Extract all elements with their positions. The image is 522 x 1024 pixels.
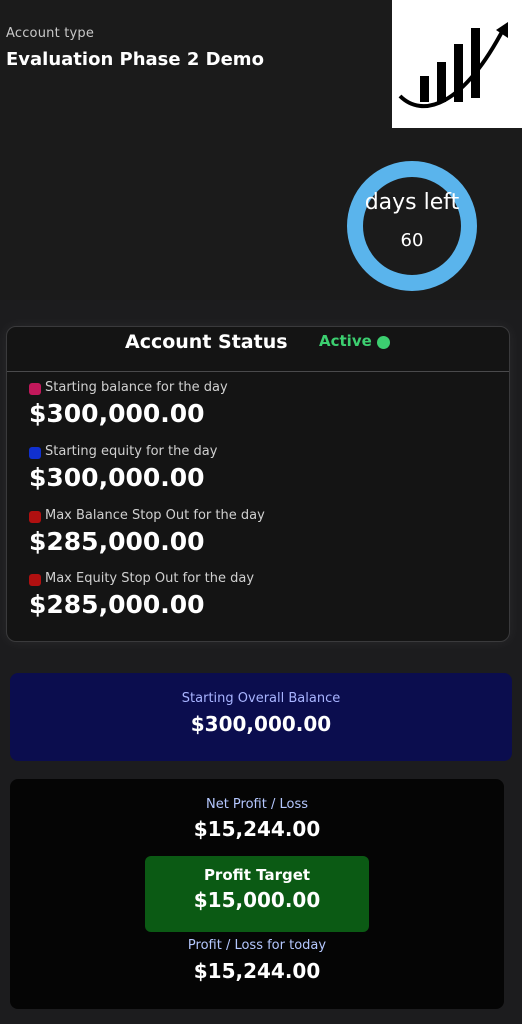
status-dot-icon (377, 336, 390, 349)
net-profit-value: $15,244.00 (193, 817, 321, 841)
profit-target-label: Profit Target (203, 866, 311, 884)
days-left-ring: days left 60 (334, 161, 490, 291)
days-left-ring-graphic (347, 161, 477, 291)
metric-value: $300,000.00 (29, 399, 205, 428)
metric-starting-equity: Starting equity for the day $300,000.00 (29, 441, 489, 501)
account-status-header: Account Status Active (7, 327, 509, 372)
red-square-icon (29, 574, 41, 586)
days-left-value: 60 (400, 230, 424, 251)
today-profit-value: $15,244.00 (193, 959, 321, 983)
profit-summary-card: Net Profit / Loss $15,244.00 Profit Targ… (10, 779, 504, 1009)
blue-square-icon (29, 447, 41, 459)
today-profit-label: Profit / Loss for today (187, 938, 327, 953)
starting-overall-balance-card: Starting Overall Balance $300,000.00 (10, 673, 512, 761)
status-badge: Active (319, 332, 372, 350)
profit-target-box: Profit Target $15,000.00 (145, 856, 369, 932)
account-type-value: Evaluation Phase 2 Demo (6, 49, 264, 70)
metric-label: Starting equity for the day (45, 444, 218, 459)
metric-value: $300,000.00 (29, 463, 205, 492)
pink-square-icon (29, 383, 41, 395)
metric-value: $285,000.00 (29, 527, 205, 556)
account-status-card: Account Status Active Starting balance f… (6, 326, 510, 642)
metric-label: Starting balance for the day (45, 380, 228, 395)
growth-chart-logo (392, 0, 522, 128)
overall-balance-label: Starting Overall Balance (181, 691, 341, 706)
profit-target-value: $15,000.00 (193, 888, 321, 912)
metric-label: Max Equity Stop Out for the day (45, 571, 255, 586)
metric-starting-balance: Starting balance for the day $300,000.00 (29, 377, 489, 437)
metric-value: $285,000.00 (29, 590, 205, 619)
metric-label: Max Balance Stop Out for the day (45, 508, 265, 523)
account-header: Account type Evaluation Phase 2 Demo day… (0, 0, 522, 300)
metric-max-equity-stop-out: Max Equity Stop Out for the day $285,000… (29, 568, 489, 628)
account-status-title: Account Status (125, 331, 288, 353)
overall-balance-value: $300,000.00 (190, 712, 332, 736)
red-square-icon (29, 511, 41, 523)
days-left-label: days left (364, 190, 460, 215)
net-profit-label: Net Profit / Loss (205, 797, 309, 812)
metric-max-balance-stop-out: Max Balance Stop Out for the day $285,00… (29, 505, 489, 565)
growth-chart-icon (398, 22, 508, 109)
account-type-label: Account type (6, 26, 95, 41)
bottom-strip (0, 1016, 522, 1024)
